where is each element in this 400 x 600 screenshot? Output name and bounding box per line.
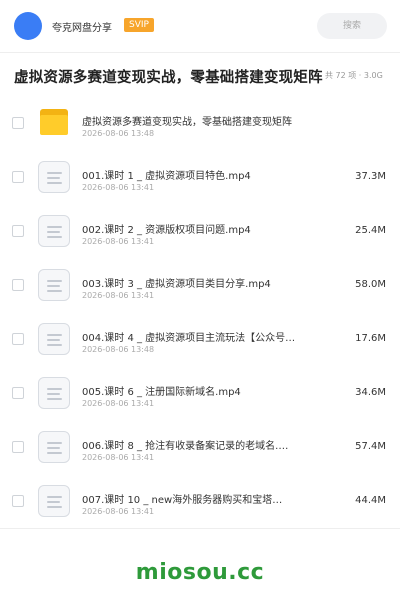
- folder-meta: 共 72 项 · 3.0G: [325, 71, 383, 80]
- file-size: 58.0M: [355, 279, 386, 290]
- file-row[interactable]: 003.课时 3 _ 虚拟资源项目类目分享.mp4 2026-08-06 13:…: [0, 258, 400, 313]
- file-date: 2026-08-06 13:41: [82, 291, 155, 300]
- video-file-icon: [38, 431, 70, 463]
- file-name: 006.课时 8 _ 抢注有收录备案记录的老域名.…: [82, 441, 289, 452]
- row-checkbox[interactable]: [12, 495, 24, 507]
- file-row[interactable]: 虚拟资源多赛道变现实战，零基础搭建变现矩阵 2026-08-06 13:48: [0, 96, 400, 151]
- folder-title-bar: 虚拟资源多赛道变现实战，零基础搭建变现矩阵 共 72 项 · 3.0G: [0, 52, 400, 97]
- file-name: 003.课时 3 _ 虚拟资源项目类目分享.mp4: [82, 279, 271, 290]
- folder-icon: [40, 109, 68, 135]
- file-row[interactable]: 006.课时 8 _ 抢注有收录备案记录的老域名.… 2026-08-06 13…: [0, 420, 400, 475]
- row-checkbox[interactable]: [12, 441, 24, 453]
- search-input[interactable]: 搜索: [317, 13, 387, 39]
- row-checkbox[interactable]: [12, 171, 24, 183]
- file-size: 17.6M: [355, 333, 386, 344]
- file-name: 虚拟资源多赛道变现实战，零基础搭建变现矩阵: [82, 117, 292, 128]
- avatar[interactable]: [14, 12, 42, 40]
- file-row[interactable]: 004.课时 4 _ 虚拟资源项目主流玩法【公众号… 2026-08-06 13…: [0, 312, 400, 367]
- video-file-icon: [38, 161, 70, 193]
- file-size: 37.3M: [355, 171, 386, 182]
- video-file-icon: [38, 377, 70, 409]
- file-name: 007.课时 10 _ new海外服务器购买和宝塔…: [82, 495, 283, 506]
- row-checkbox[interactable]: [12, 387, 24, 399]
- file-date: 2026-08-06 13:41: [82, 237, 155, 246]
- row-checkbox[interactable]: [12, 279, 24, 291]
- page-title: 虚拟资源多赛道变现实战，零基础搭建变现矩阵: [14, 70, 323, 86]
- file-date: 2026-08-06 13:41: [82, 507, 155, 516]
- row-checkbox[interactable]: [12, 225, 24, 237]
- file-name: 004.课时 4 _ 虚拟资源项目主流玩法【公众号…: [82, 333, 296, 344]
- file-size: 44.4M: [355, 495, 386, 506]
- file-date: 2026-08-06 13:48: [82, 345, 155, 354]
- vip-badge: SVIP: [124, 18, 154, 32]
- file-row[interactable]: 001.课时 1 _ 虚拟资源项目特色.mp4 2026-08-06 13:41…: [0, 150, 400, 205]
- row-checkbox[interactable]: [12, 117, 24, 129]
- file-row[interactable]: 007.课时 10 _ new海外服务器购买和宝塔… 2026-08-06 13…: [0, 474, 400, 529]
- file-date: 2026-08-06 13:41: [82, 453, 155, 462]
- watermark: miosou.cc: [135, 560, 265, 585]
- top-bar: 夸克网盘分享 SVIP 搜索: [0, 0, 400, 53]
- file-row[interactable]: 002.课时 2 _ 资源版权项目问题.mp4 2026-08-06 13:41…: [0, 204, 400, 259]
- file-name: 002.课时 2 _ 资源版权项目问题.mp4: [82, 225, 251, 236]
- row-checkbox[interactable]: [12, 333, 24, 345]
- video-file-icon: [38, 215, 70, 247]
- file-name: 001.课时 1 _ 虚拟资源项目特色.mp4: [82, 171, 251, 182]
- file-date: 2026-08-06 13:41: [82, 183, 155, 192]
- file-name: 005.课时 6 _ 注册国际新域名.mp4: [82, 387, 241, 398]
- file-date: 2026-08-06 13:41: [82, 399, 155, 408]
- video-file-icon: [38, 323, 70, 355]
- file-size: 25.4M: [355, 225, 386, 236]
- video-file-icon: [38, 485, 70, 517]
- app-name: 夸克网盘分享: [52, 23, 112, 34]
- video-file-icon: [38, 269, 70, 301]
- file-row[interactable]: 005.课时 6 _ 注册国际新域名.mp4 2026-08-06 13:41 …: [0, 366, 400, 421]
- file-date: 2026-08-06 13:48: [82, 129, 155, 138]
- file-size: 57.4M: [355, 441, 386, 452]
- file-size: 34.6M: [355, 387, 386, 398]
